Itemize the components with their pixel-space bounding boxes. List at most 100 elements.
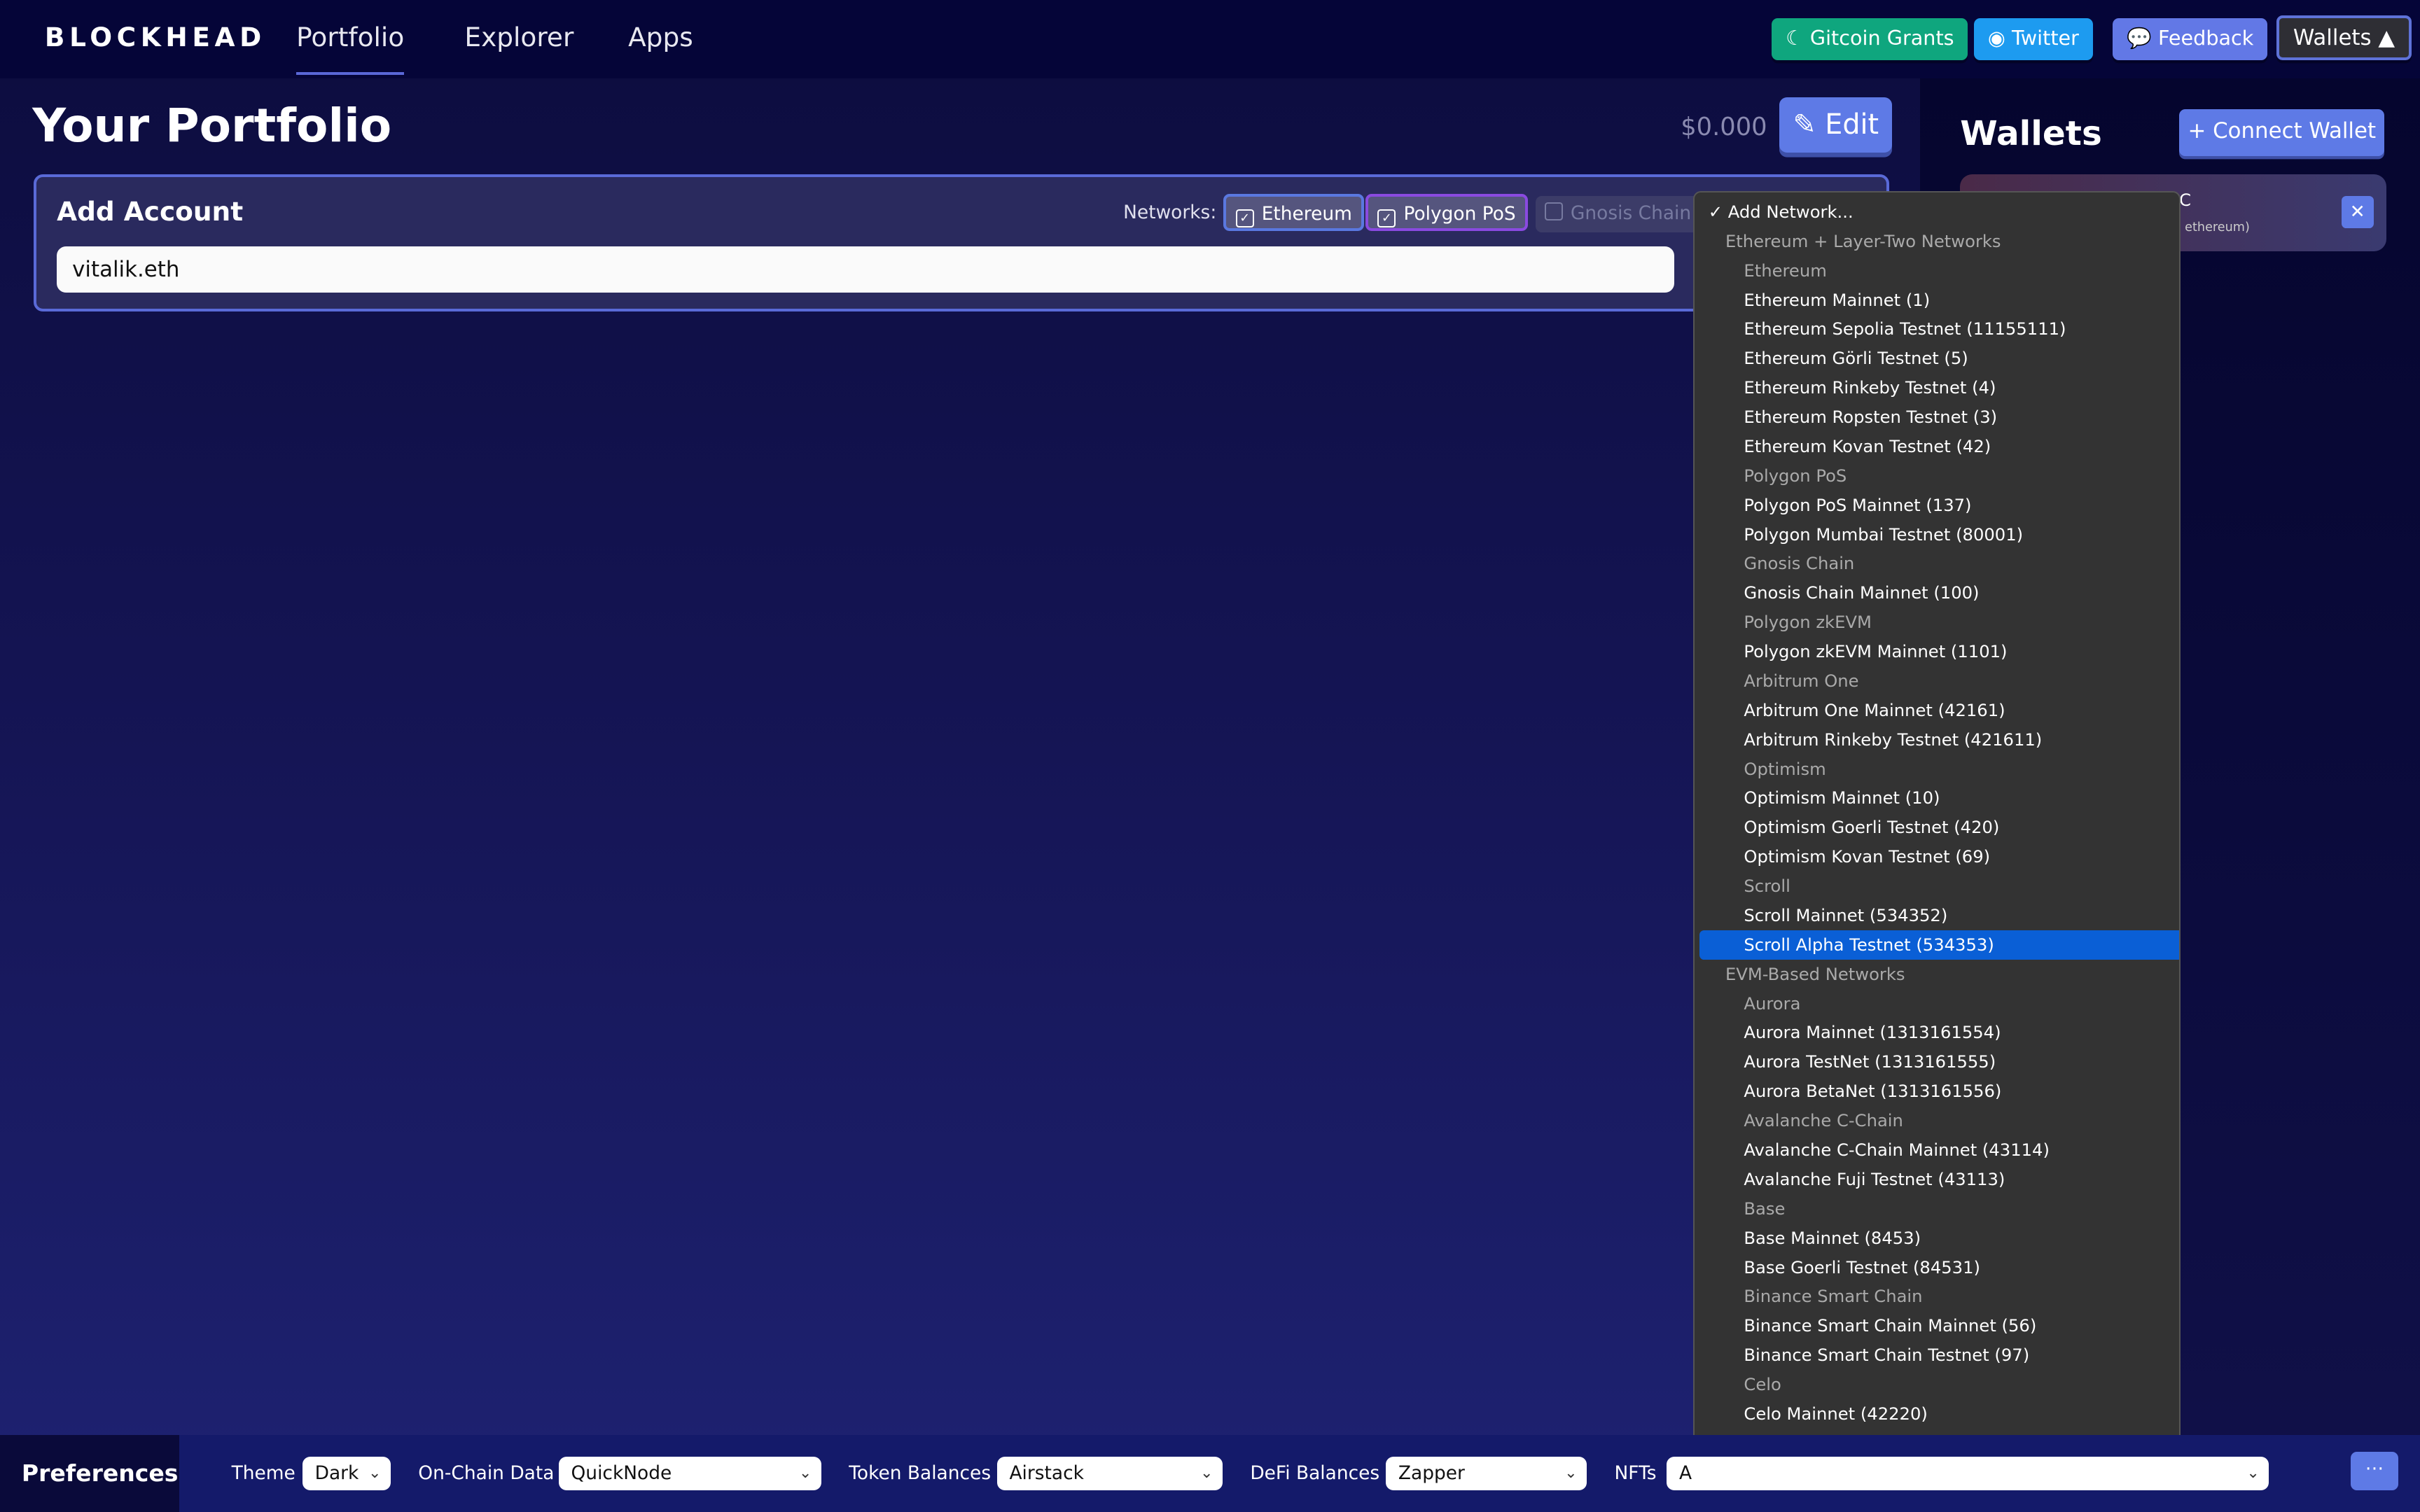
nfts-label: NFTs — [1614, 1462, 1657, 1485]
menu-group-label: Scroll — [1744, 876, 1790, 897]
menu-option[interactable]: Polygon Mumbai Testnet (80001) — [1699, 520, 2180, 550]
menu-group-label: Binance Smart Chain — [1744, 1286, 1923, 1307]
theme-select[interactable]: Dark ⌄ — [302, 1456, 391, 1491]
menu-group-label: Polygon PoS — [1744, 465, 1847, 486]
on-chain-data-label: On-Chain Data — [418, 1462, 555, 1485]
remove-wallet-button[interactable]: ✕ — [2341, 195, 2374, 229]
menu-option[interactable]: Avalanche C-Chain Mainnet (43114) — [1699, 1135, 2180, 1165]
edit-button[interactable]: ✎ Edit — [1779, 97, 1893, 153]
app: BLOCKHEAD Portfolio Explorer Apps ☾ Gitc… — [0, 0, 2420, 1512]
chevron-down-icon: ⌄ — [368, 1464, 382, 1482]
menu-option[interactable]: Aurora TestNet (1313161555) — [1699, 1047, 2180, 1077]
menu-option[interactable]: Base Goerli Testnet (84531) — [1699, 1253, 2180, 1282]
gitcoin-icon: ☾ — [1786, 26, 1810, 50]
checkbox-checked-icon: ✓ — [1235, 209, 1254, 227]
menu-group-label: Optimism — [1744, 758, 1826, 779]
menu-group-label: Gnosis Chain — [1744, 553, 1855, 574]
account-input[interactable]: vitalik.eth — [57, 246, 1675, 293]
menu-group-label: Polygon zkEVM — [1744, 612, 1872, 633]
menu-option[interactable]: Base Mainnet (8453) — [1699, 1224, 2180, 1253]
token-balances-select[interactable]: Airstack ⌄ — [996, 1456, 1223, 1491]
wallet-subtitle: d ethereum) — [2173, 220, 2250, 235]
defi-balances-label: DeFi Balances — [1250, 1462, 1380, 1485]
wallets-toggle-button[interactable]: Wallets ▲ — [2276, 15, 2412, 60]
theme-value: Dark — [314, 1462, 359, 1484]
on-chain-data-value: QuickNode — [571, 1462, 672, 1484]
menu-group-label: Arbitrum One — [1744, 670, 1859, 691]
menu-option[interactable]: Scroll Mainnet (534352) — [1699, 901, 2180, 930]
menu-group-label: Aurora — [1744, 993, 1801, 1014]
chevron-down-icon: ⌄ — [798, 1464, 812, 1482]
nfts-select[interactable]: A ⌄ — [1667, 1456, 2269, 1491]
chevron-down-icon: ⌄ — [1564, 1464, 1578, 1482]
menu-option[interactable]: Ethereum Rinkeby Testnet (4) — [1699, 373, 2180, 402]
menu-option[interactable]: Arbitrum Rinkeby Testnet (421611) — [1699, 725, 2180, 755]
network-label: Polygon PoS — [1403, 203, 1516, 225]
gitcoin-grants-button[interactable]: ☾ Gitcoin Grants — [1772, 18, 1968, 60]
menu-option[interactable]: Optimism Goerli Testnet (420) — [1699, 813, 2180, 842]
portfolio-balance: $0.000 — [1681, 112, 1767, 141]
menu-group-label: Avalanche C-Chain — [1744, 1110, 1903, 1131]
chevron-down-icon: ⌄ — [2246, 1464, 2260, 1482]
chevron-down-icon: ⌄ — [1199, 1464, 1214, 1482]
menu-option[interactable]: Aurora Mainnet (1313161554) — [1699, 1018, 2180, 1047]
menu-option[interactable]: ✓ Add Network... — [1699, 197, 2180, 227]
feedback-button[interactable]: 💬 Feedback — [2113, 18, 2268, 60]
network-checkbox-gnosis[interactable]: Gnosis Chain — [1535, 195, 1701, 233]
menu-option[interactable]: Polygon PoS Mainnet (137) — [1699, 491, 2180, 520]
token-balances-value: Airstack — [1009, 1462, 1084, 1484]
gitcoin-label: Gitcoin Grants — [1809, 26, 1954, 50]
bird-icon: ◉ — [1987, 26, 2012, 50]
add-network-dropdown[interactable]: ✓ Add Network... Ethereum + Layer-Two Net… — [1692, 191, 2181, 1502]
nav-portfolio[interactable]: Portfolio — [296, 22, 405, 76]
menu-group-label: Ethereum + Layer-Two Networks — [1725, 230, 2001, 251]
menu-group-label: Ethereum — [1744, 260, 1827, 281]
token-balances-label: Token Balances — [849, 1462, 992, 1485]
menu-option[interactable]: Avalanche Fuji Testnet (43113) — [1699, 1165, 2180, 1194]
checkbox-unchecked-icon — [1544, 202, 1563, 220]
menu-option[interactable]: Binance Smart Chain Mainnet (56) — [1699, 1311, 2180, 1340]
menu-option[interactable]: Aurora BetaNet (1313161556) — [1699, 1077, 2180, 1106]
networks-label: Networks: — [1123, 202, 1217, 224]
top-nav: BLOCKHEAD Portfolio Explorer Apps ☾ Gitc… — [0, 0, 2420, 79]
nav-explorer[interactable]: Explorer — [464, 22, 573, 52]
defi-balances-select[interactable]: Zapper ⌄ — [1386, 1456, 1587, 1491]
menu-option[interactable]: Arbitrum One Mainnet (42161) — [1699, 696, 2180, 725]
menu-option[interactable]: Ethereum Mainnet (1) — [1699, 286, 2180, 315]
menu-option[interactable]: Celo Mainnet (42220) — [1699, 1399, 2180, 1429]
menu-option[interactable]: Optimism Mainnet (10) — [1699, 783, 2180, 813]
feedback-label: Feedback — [2158, 26, 2254, 50]
wallets-title: Wallets — [1960, 114, 2102, 154]
menu-option[interactable]: Ethereum Sepolia Testnet (11155111) — [1699, 314, 2180, 344]
speech-bubble-icon: 💬 — [2127, 26, 2158, 50]
nav-apps[interactable]: Apps — [628, 22, 693, 52]
connect-wallet-button[interactable]: + Connect Wallet — [2179, 109, 2385, 156]
checkbox-checked-icon: ✓ — [1377, 209, 1396, 227]
network-checkbox-ethereum[interactable]: ✓ Ethereum — [1223, 194, 1365, 232]
logo[interactable]: BLOCKHEAD — [45, 22, 266, 52]
menu-option[interactable]: Binance Smart Chain Testnet (97) — [1699, 1340, 2180, 1370]
nfts-value: A — [1679, 1462, 1692, 1484]
more-options-button[interactable]: ⋯ — [2350, 1452, 2399, 1491]
menu-group-label: Base — [1744, 1198, 1786, 1219]
menu-option[interactable]: Optimism Kovan Testnet (69) — [1699, 842, 2180, 872]
twitter-button[interactable]: ◉ Twitter — [1974, 18, 2093, 60]
menu-option[interactable]: Scroll Alpha Testnet (534353) — [1699, 930, 2180, 960]
menu-group-label: EVM-Based Networks — [1725, 963, 1905, 984]
theme-label: Theme — [231, 1462, 295, 1485]
menu-option[interactable]: Ethereum Ropsten Testnet (3) — [1699, 402, 2180, 432]
on-chain-data-select[interactable]: QuickNode ⌄ — [558, 1456, 821, 1491]
menu-option[interactable]: Gnosis Chain Mainnet (100) — [1699, 578, 2180, 608]
menu-option[interactable]: Polygon zkEVM Mainnet (1101) — [1699, 637, 2180, 666]
twitter-label: Twitter — [2011, 26, 2079, 50]
network-checkbox-polygon[interactable]: ✓ Polygon PoS — [1365, 194, 1528, 232]
page-title: Your Portfolio — [32, 99, 392, 153]
network-label: Ethereum — [1261, 203, 1352, 225]
menu-option[interactable]: Ethereum Görli Testnet (5) — [1699, 344, 2180, 373]
menu-group-label: Celo — [1744, 1374, 1781, 1395]
wallet-name: C — [2179, 190, 2192, 211]
defi-balances-value: Zapper — [1398, 1462, 1465, 1484]
menu-option[interactable]: Ethereum Kovan Testnet (42) — [1699, 432, 2180, 461]
preferences-title: Preferences — [0, 1434, 179, 1512]
network-label: Gnosis Chain — [1570, 202, 1692, 224]
